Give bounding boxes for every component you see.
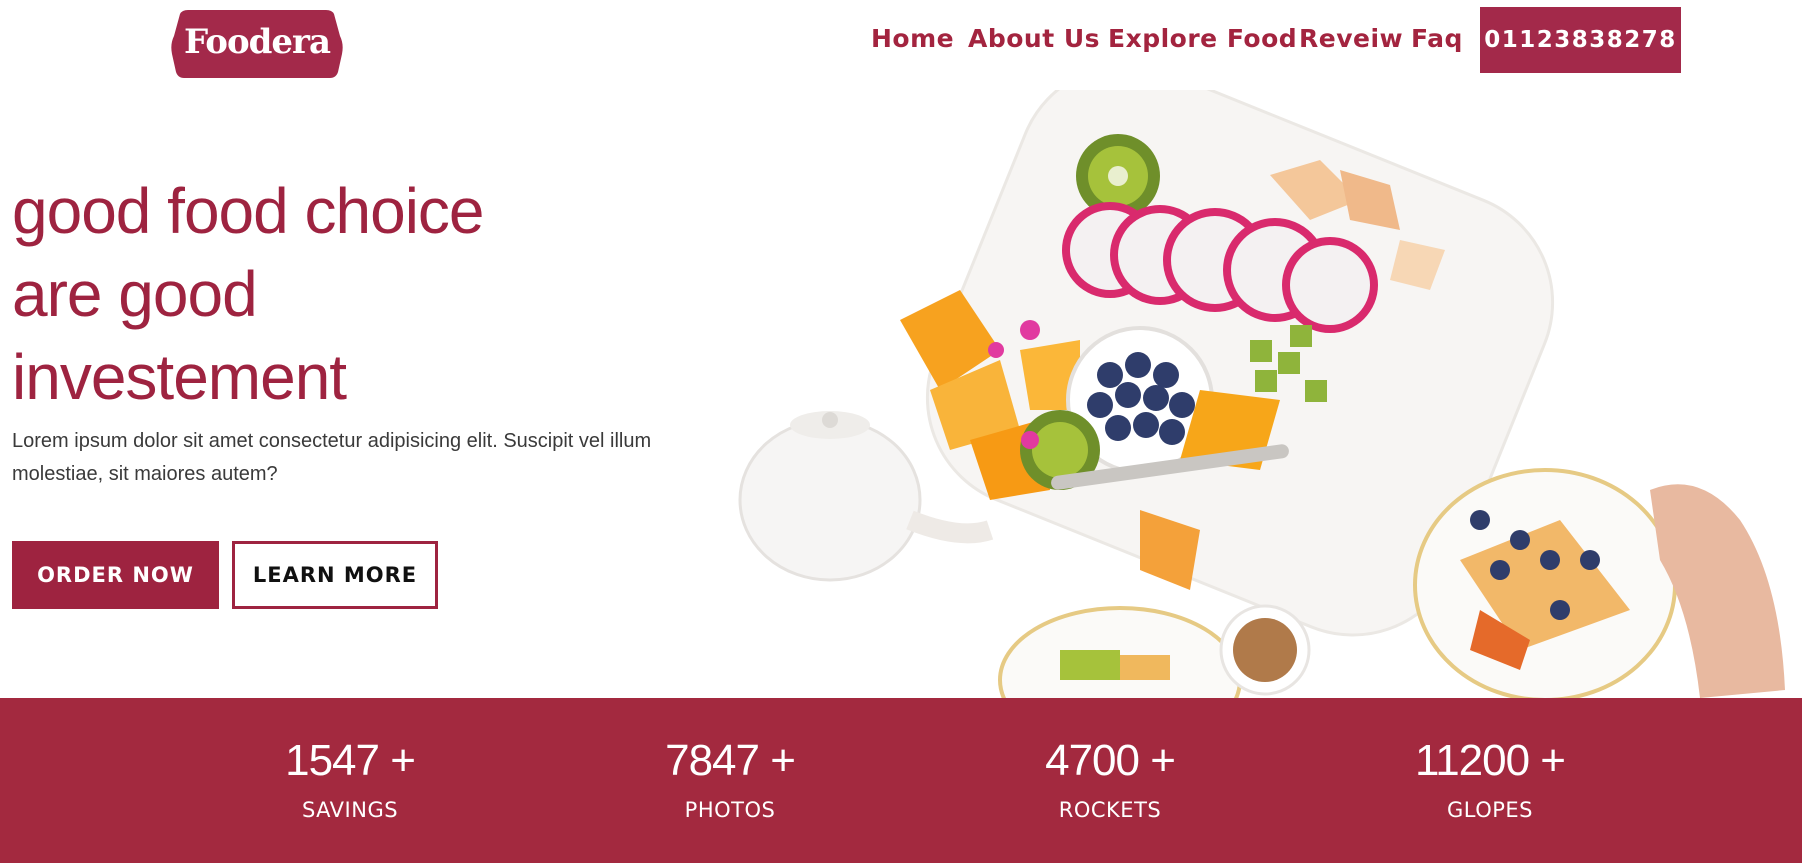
phone-button[interactable]: 01123838278	[1480, 7, 1681, 73]
stat-value: 1547 +	[285, 736, 416, 785]
foodera-logo[interactable]: Foodera	[162, 6, 352, 80]
stat-label: GLOPES	[1446, 798, 1533, 822]
stat-value: 7847 +	[665, 736, 796, 785]
nav-faq[interactable]: Faq	[1411, 24, 1463, 53]
hero-title-line-1: good food choice	[12, 175, 485, 247]
hero-title-line-2: are good	[12, 258, 258, 330]
hero-title-line-3: investement	[12, 341, 347, 413]
stat-label: SAVINGS	[301, 798, 399, 822]
order-now-button[interactable]: ORDER NOW	[12, 541, 219, 609]
nav-review[interactable]: Reveiw	[1299, 24, 1403, 53]
stats-section: 1547 + SAVINGS 7847 + PHOTOS 4700 + ROCK…	[0, 698, 1802, 863]
nav-home[interactable]: Home	[871, 24, 954, 53]
logo-text: Foodera	[184, 22, 331, 62]
hero-description: Lorem ipsum dolor sit amet consectetur a…	[12, 430, 652, 485]
fruit-platter-illustration	[738, 90, 1785, 698]
hero-title: good food choice are good investement	[12, 170, 612, 419]
stat-label: ROCKETS	[1058, 798, 1162, 822]
learn-more-button[interactable]: LEARN MORE	[232, 541, 438, 609]
stat-value: 4700 +	[1045, 736, 1176, 785]
stat-label: PHOTOS	[684, 798, 776, 822]
site-header: Foodera Home About Us Explore Food Revei…	[0, 0, 1802, 86]
stat-value: 11200 +	[1414, 736, 1566, 785]
food-platter-image	[700, 90, 1802, 698]
nav-about-us[interactable]: About Us	[968, 24, 1100, 53]
nav-explore-food[interactable]: Explore Food	[1108, 24, 1297, 53]
